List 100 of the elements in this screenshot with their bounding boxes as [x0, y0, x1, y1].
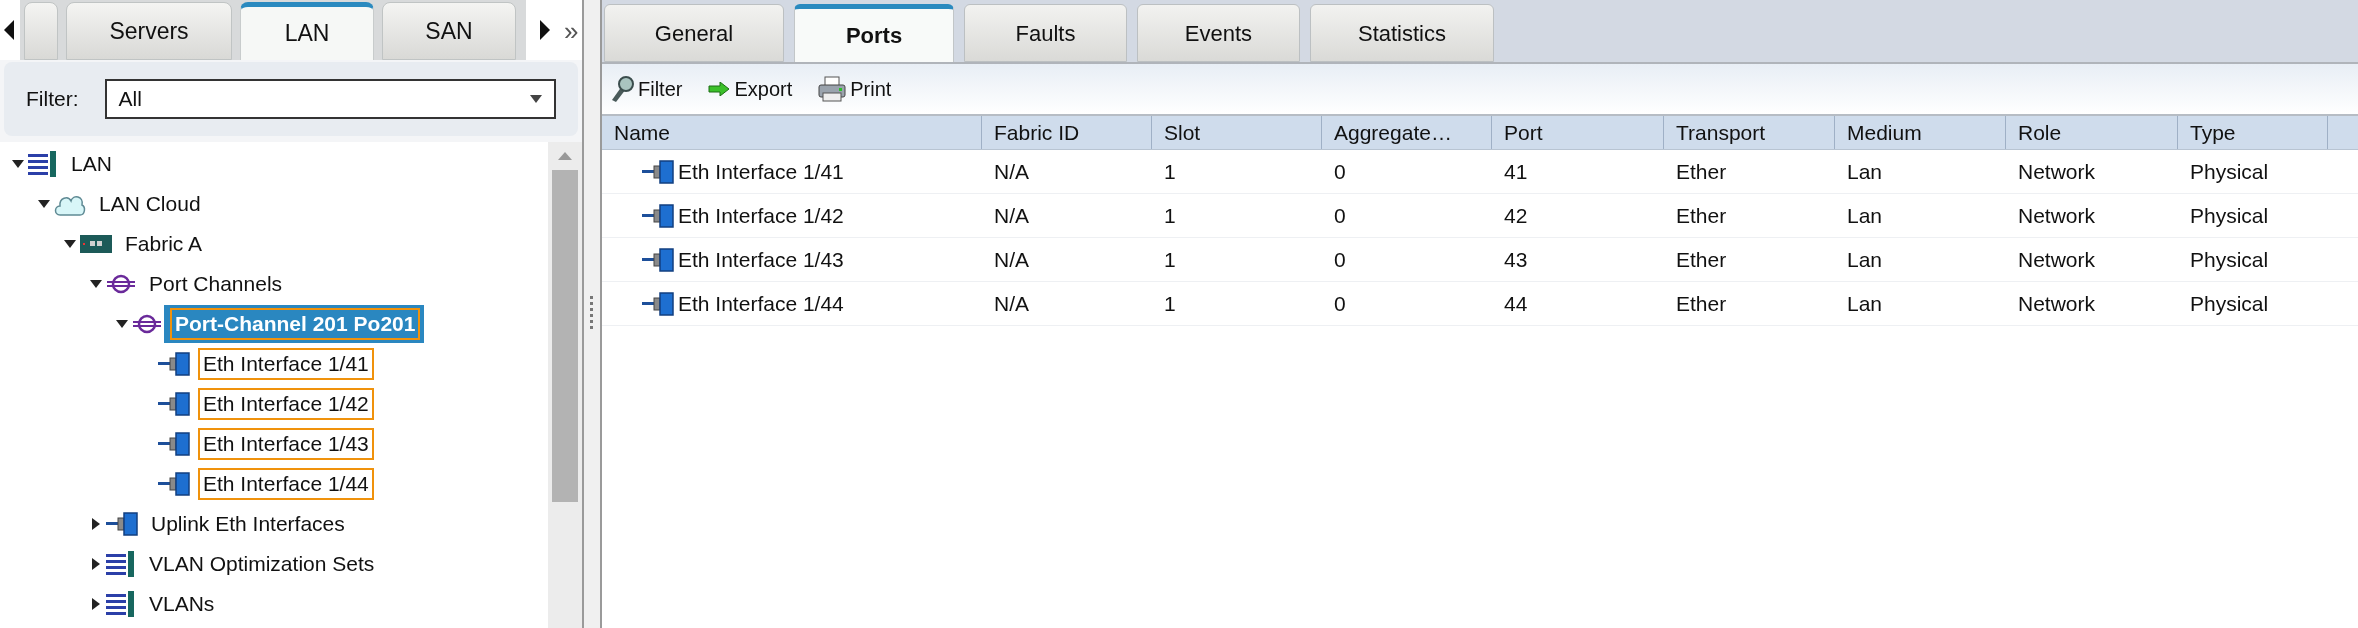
table-cell-text: Network [2018, 290, 2096, 317]
port-channel-icon [106, 274, 136, 294]
table-cell-text: Eth Interface 1/44 [678, 290, 844, 317]
column-header[interactable]: Aggregate… [1322, 116, 1492, 149]
table-cell-text: Ether [1676, 246, 1727, 273]
connector-icon [158, 352, 190, 376]
detail-tab[interactable]: Events [1137, 4, 1300, 62]
table-cell-text: N/A [994, 202, 1029, 229]
selected-row-highlight[interactable]: Port-Channel 201 Po201 [130, 305, 425, 343]
switch-icon [80, 235, 112, 253]
table-cell-text: Physical [2190, 158, 2269, 185]
toolbar-button[interactable]: Export [708, 74, 793, 104]
connector-icon [158, 472, 190, 496]
tree-item[interactable]: Eth Interface 1/44 [198, 468, 374, 500]
table-cell-text: 1 [1164, 202, 1176, 229]
grip-icon [590, 296, 594, 332]
detail-tab[interactable]: General [604, 4, 784, 62]
scrollbar-thumb[interactable] [552, 170, 578, 502]
table-cell-text: 0 [1334, 246, 1346, 273]
tree-item[interactable]: Uplink Eth Interfaces [146, 508, 350, 540]
column-header[interactable]: Transport [1664, 116, 1835, 149]
tree-item[interactable]: VLAN Optimization Sets [144, 548, 380, 580]
table-cell-text: N/A [994, 246, 1029, 273]
detail-tab[interactable]: Statistics [1310, 4, 1494, 62]
table-cell-text: Lan [1847, 246, 1883, 273]
table-cell-text: Ether [1676, 202, 1727, 229]
list-icon [106, 591, 136, 617]
collapse-arrow-icon[interactable] [64, 238, 76, 250]
tree-item[interactable]: VLANs [144, 588, 220, 620]
tree-item[interactable]: LAN Cloud [94, 188, 206, 220]
table-cell-text: 0 [1334, 158, 1346, 185]
table-cell-text: Physical [2190, 202, 2269, 229]
table-cell-text: Ether [1676, 158, 1727, 185]
collapse-arrow-icon[interactable] [116, 318, 128, 330]
table-cell-text: 41 [1504, 158, 1528, 185]
scroll-left-icon[interactable] [4, 20, 16, 40]
table-cell-text: Network [2018, 158, 2096, 185]
table-cell-text: Lan [1847, 290, 1883, 317]
connector-icon [642, 291, 674, 316]
table-cell-text: Lan [1847, 202, 1883, 229]
scroll-right-icon[interactable] [538, 20, 550, 40]
dropdown-caret-icon [530, 95, 542, 103]
nav-tab[interactable]: LAN [240, 2, 374, 60]
connector-icon [106, 512, 138, 536]
table-cell-text: 0 [1334, 290, 1346, 317]
more-tabs-button[interactable]: » [564, 18, 579, 44]
table-cell-text: Eth Interface 1/43 [678, 246, 844, 273]
toolbar-button[interactable]: Print [818, 74, 892, 104]
table-cell-text: Physical [2190, 290, 2269, 317]
table-cell-text: Network [2018, 202, 2096, 229]
nav-tab[interactable]: Servers [66, 2, 232, 60]
printer-icon [818, 76, 847, 102]
table-cell-text: Physical [2190, 246, 2269, 273]
connector-icon [158, 392, 190, 416]
column-header[interactable]: Port [1492, 116, 1664, 149]
connector-icon [642, 203, 674, 228]
column-header[interactable]: Medium [1835, 116, 2006, 149]
table-cell-text: Lan [1847, 158, 1883, 185]
table-cell-text: N/A [994, 290, 1029, 317]
port-channel-icon [132, 314, 162, 334]
table-cell-text: 1 [1164, 290, 1176, 317]
column-header[interactable]: Slot [1152, 116, 1322, 149]
list-icon [28, 151, 58, 177]
table-cell-text: Network [2018, 246, 2096, 273]
collapse-arrow-icon[interactable] [38, 198, 50, 210]
connector-icon [642, 247, 674, 272]
table-cell-text: 44 [1504, 290, 1528, 317]
expand-arrow-icon[interactable] [90, 558, 102, 570]
collapse-arrow-icon[interactable] [12, 158, 24, 170]
arrow-icon [708, 82, 731, 96]
table-cell-text: 0 [1334, 202, 1346, 229]
detail-tab[interactable]: Faults [964, 4, 1127, 62]
tree-item[interactable]: Eth Interface 1/43 [198, 428, 374, 460]
tree-item[interactable]: Eth Interface 1/42 [198, 388, 374, 420]
table-cell-text: Eth Interface 1/42 [678, 202, 844, 229]
toolbar-button[interactable]: Filter [610, 74, 683, 104]
filter-dropdown[interactable]: All [104, 79, 556, 119]
table-cell-text: 42 [1504, 202, 1528, 229]
table-cell-text: 43 [1504, 246, 1528, 273]
scrollbar[interactable] [548, 142, 582, 628]
filter-label: Filter: [26, 86, 79, 113]
expand-arrow-icon[interactable] [90, 518, 102, 530]
column-header[interactable]: Type [2178, 116, 2328, 149]
tree-item[interactable]: Port Channels [144, 268, 288, 300]
table-cell-text: Eth Interface 1/41 [678, 158, 844, 185]
column-header[interactable]: Name [602, 116, 982, 149]
column-header[interactable]: Fabric ID [982, 116, 1152, 149]
collapse-arrow-icon[interactable] [90, 278, 102, 290]
column-header[interactable]: Role [2006, 116, 2178, 149]
table-cell-text: 1 [1164, 246, 1176, 273]
expand-arrow-icon[interactable] [90, 598, 102, 610]
nav-tab[interactable]: SAN [382, 2, 516, 60]
tree-item[interactable]: Fabric A [120, 228, 208, 260]
detail-tab[interactable]: Ports [794, 4, 954, 62]
connector-icon [158, 432, 190, 456]
list-icon [106, 551, 136, 577]
tree-item[interactable]: LAN [66, 148, 117, 180]
tree-item[interactable]: Eth Interface 1/41 [198, 348, 374, 380]
tree-item[interactable]: Port-Channel 201 Po201 [170, 308, 421, 340]
table-cell-text: Ether [1676, 290, 1727, 317]
